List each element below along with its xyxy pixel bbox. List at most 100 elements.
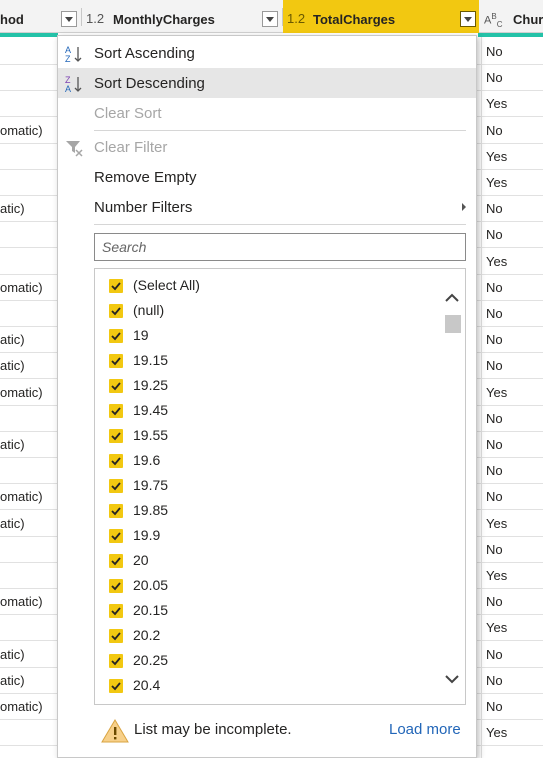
select-all-item[interactable]: (Select All) bbox=[95, 273, 440, 298]
menu-item-label: Number Filters bbox=[94, 199, 193, 216]
list-scrollbar[interactable] bbox=[441, 269, 465, 704]
churn-cell: No bbox=[486, 489, 503, 505]
column-filter-dropdown-button[interactable] bbox=[61, 11, 77, 27]
chevron-right-icon bbox=[462, 203, 466, 211]
churn-cell: No bbox=[486, 594, 503, 610]
scroll-down-button[interactable] bbox=[441, 668, 465, 690]
filter-value-item[interactable]: (null) bbox=[95, 298, 440, 323]
scroll-up-button[interactable] bbox=[441, 287, 465, 309]
remove-empty-item[interactable]: Remove Empty bbox=[58, 162, 476, 192]
payment-method-cell: atic) bbox=[0, 646, 25, 662]
churn-cell: No bbox=[486, 410, 503, 426]
number-filters-item[interactable]: Number Filters bbox=[58, 192, 476, 222]
checkbox-checked[interactable] bbox=[109, 379, 123, 393]
filter-value-item[interactable]: 19.75 bbox=[95, 473, 440, 498]
churn-cell: Yes bbox=[486, 725, 508, 741]
checkbox-checked[interactable] bbox=[109, 679, 123, 693]
search-input[interactable] bbox=[95, 234, 465, 260]
column-header-totalcharges[interactable]: 1.2 TotalCharges bbox=[283, 0, 479, 33]
checkbox-checked[interactable] bbox=[109, 504, 123, 518]
column-header-churn[interactable]: ABC Chur bbox=[481, 0, 543, 33]
payment-method-cell: omatic) bbox=[0, 699, 43, 714]
filter-value-item[interactable]: 20.2 bbox=[95, 623, 440, 648]
clear-filter-item[interactable]: Clear Filter bbox=[58, 132, 476, 162]
checkbox-checked[interactable] bbox=[109, 579, 123, 593]
checkmark-icon bbox=[111, 632, 121, 641]
filter-value-item[interactable]: 20.25 bbox=[95, 648, 440, 673]
checkbox-checked[interactable] bbox=[109, 629, 123, 643]
filter-value-item[interactable]: 20.45 bbox=[95, 698, 440, 705]
decimal-type-icon[interactable]: 1.2 bbox=[287, 11, 305, 26]
column-header-monthlycharges[interactable]: 1.2 MonthlyCharges bbox=[82, 0, 282, 33]
clear-sort-item[interactable]: Clear Sort bbox=[58, 98, 476, 128]
decimal-type-icon[interactable]: 1.2 bbox=[86, 11, 104, 26]
payment-method-cell: atic) bbox=[0, 515, 25, 531]
column-filter-dropdown-button[interactable] bbox=[460, 11, 476, 27]
sort-ascending-icon: A Z bbox=[65, 45, 82, 64]
filter-value-label: 20.25 bbox=[133, 652, 169, 668]
churn-cell: No bbox=[486, 332, 503, 348]
sort-descending-item[interactable]: Z A Sort Descending bbox=[58, 68, 476, 98]
checkbox-checked[interactable] bbox=[109, 529, 123, 543]
checkmark-icon bbox=[111, 357, 121, 366]
payment-method-cell: omatic) bbox=[0, 594, 43, 610]
filter-value-label: 19.85 bbox=[133, 502, 169, 518]
churn-cell: No bbox=[486, 227, 503, 243]
filter-value-label: 20 bbox=[133, 552, 149, 568]
filter-value-item[interactable]: 19.45 bbox=[95, 398, 440, 423]
checkbox-checked[interactable] bbox=[109, 554, 123, 568]
checkmark-icon bbox=[111, 332, 121, 341]
chevron-up-icon bbox=[445, 293, 459, 302]
filter-value-item[interactable]: 20 bbox=[95, 548, 440, 573]
checkbox-checked[interactable] bbox=[109, 704, 123, 705]
checkbox-checked[interactable] bbox=[109, 429, 123, 443]
filter-value-item[interactable]: 20.4 bbox=[95, 673, 440, 698]
filter-value-item[interactable]: 19.15 bbox=[95, 348, 440, 373]
checkmark-icon bbox=[111, 507, 121, 516]
column-filter-dropdown-button[interactable] bbox=[262, 11, 278, 27]
search-box[interactable] bbox=[94, 233, 466, 261]
menu-item-label: Sort Descending bbox=[94, 75, 205, 92]
churn-cell: Yes bbox=[486, 96, 508, 112]
column-header-row: hod 1.2 MonthlyCharges 1.2 TotalCharges … bbox=[0, 0, 543, 33]
filter-value-label: 20.45 bbox=[133, 702, 168, 704]
checkbox-checked[interactable] bbox=[109, 404, 123, 418]
chevron-down-icon bbox=[445, 675, 459, 684]
sort-descending-icon: Z A bbox=[65, 75, 82, 94]
svg-text:Z: Z bbox=[65, 54, 71, 64]
sort-ascending-item[interactable]: A Z Sort Ascending bbox=[58, 38, 476, 68]
filter-value-item[interactable]: 19.25 bbox=[95, 373, 440, 398]
filter-value-item[interactable]: 19.55 bbox=[95, 423, 440, 448]
filter-value-item[interactable]: 20.15 bbox=[95, 598, 440, 623]
checkbox-checked[interactable] bbox=[109, 279, 123, 293]
filter-value-item[interactable]: 19.85 bbox=[95, 498, 440, 523]
checkbox-checked[interactable] bbox=[109, 354, 123, 368]
scrollbar-thumb[interactable] bbox=[445, 315, 461, 333]
filter-value-label: (Select All) bbox=[133, 277, 200, 293]
churn-cell: No bbox=[486, 672, 503, 688]
text-type-icon[interactable]: ABC bbox=[484, 12, 502, 29]
checkbox-checked[interactable] bbox=[109, 604, 123, 618]
checkmark-icon bbox=[111, 382, 121, 391]
column-header-payment-method[interactable]: hod bbox=[0, 0, 80, 33]
load-more-link[interactable]: Load more bbox=[389, 721, 461, 738]
checkbox-checked[interactable] bbox=[109, 654, 123, 668]
column-quality-bar bbox=[0, 33, 58, 37]
checkmark-icon bbox=[111, 557, 121, 566]
churn-cell: No bbox=[486, 463, 503, 479]
filter-value-item[interactable]: 19.9 bbox=[95, 523, 440, 548]
payment-method-cell: atic) bbox=[0, 437, 25, 452]
filter-value-item[interactable]: 19 bbox=[95, 323, 440, 348]
checkmark-icon bbox=[111, 432, 121, 441]
payment-method-cell: atic) bbox=[0, 201, 25, 217]
checkbox-checked[interactable] bbox=[109, 329, 123, 343]
churn-cell: Yes bbox=[486, 175, 508, 190]
filter-value-item[interactable]: 19.6 bbox=[95, 448, 440, 473]
checkbox-checked[interactable] bbox=[109, 304, 123, 318]
checkbox-checked[interactable] bbox=[109, 454, 123, 468]
payment-method-cell: atic) bbox=[0, 672, 25, 688]
churn-cell: No bbox=[486, 358, 503, 374]
filter-value-item[interactable]: 20.05 bbox=[95, 573, 440, 598]
filter-values-list[interactable]: (Select All) (null) 19 19.15 19.25 19.45 19.55… bbox=[94, 268, 466, 705]
checkbox-checked[interactable] bbox=[109, 479, 123, 493]
